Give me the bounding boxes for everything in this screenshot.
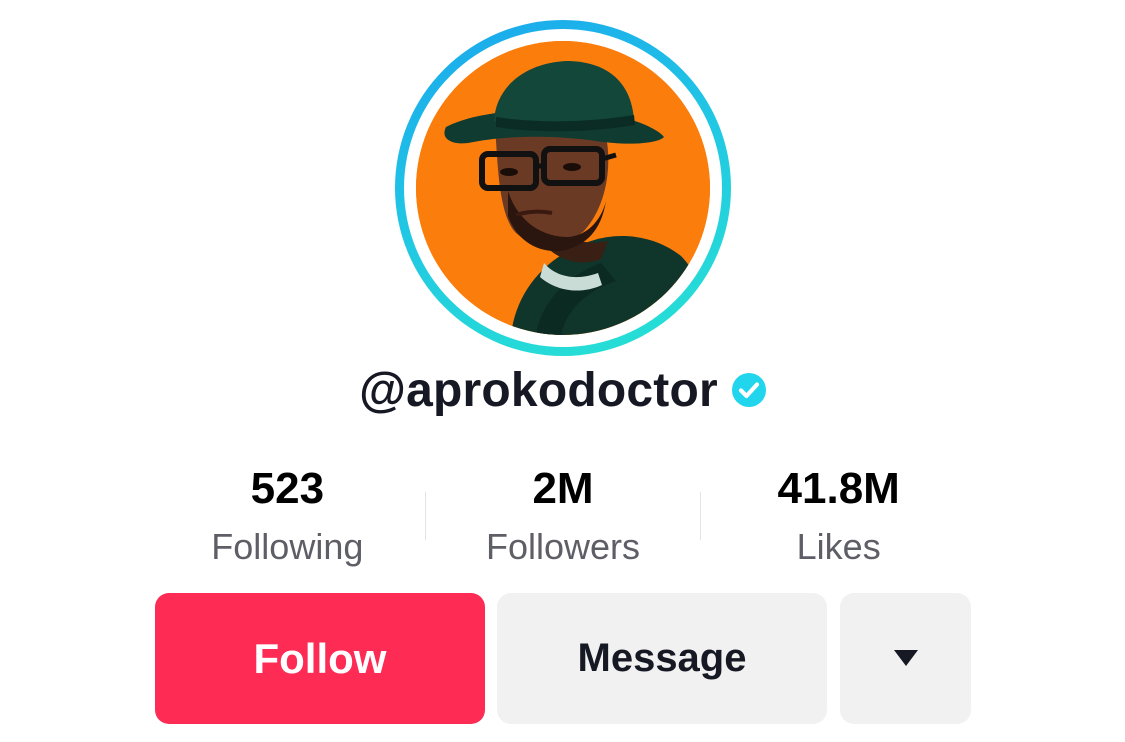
- verified-badge-icon: [731, 373, 766, 407]
- stat-value: 523: [250, 464, 325, 513]
- stat-label: Followers: [485, 526, 641, 567]
- avatar-portrait-icon: [416, 41, 710, 335]
- stat-label: Following: [211, 526, 364, 567]
- message-button[interactable]: Message: [497, 593, 827, 724]
- avatar[interactable]: [416, 41, 710, 335]
- username-row: @aprokodoctor: [0, 358, 1125, 422]
- follow-button[interactable]: Follow: [155, 593, 485, 724]
- stat-label: Likes: [796, 526, 881, 567]
- stat-value: 41.8M: [777, 464, 900, 513]
- stat-value: 2M: [532, 464, 594, 513]
- stat-following[interactable]: 523 Following: [150, 458, 425, 578]
- stat-likes[interactable]: 41.8M Likes: [701, 458, 976, 578]
- stat-followers[interactable]: 2M Followers: [426, 458, 701, 578]
- avatar-story-ring[interactable]: [395, 20, 731, 356]
- profile-stats: 523 Following 2M Followers 41.8M Likes: [150, 458, 976, 578]
- caret-down-icon: [893, 649, 918, 666]
- username: @aprokodoctor: [359, 363, 718, 417]
- more-options-button[interactable]: [840, 593, 971, 724]
- avatar-gap: [404, 29, 722, 347]
- profile-header: @aprokodoctor 523 Following 2M Followers…: [0, 0, 1125, 742]
